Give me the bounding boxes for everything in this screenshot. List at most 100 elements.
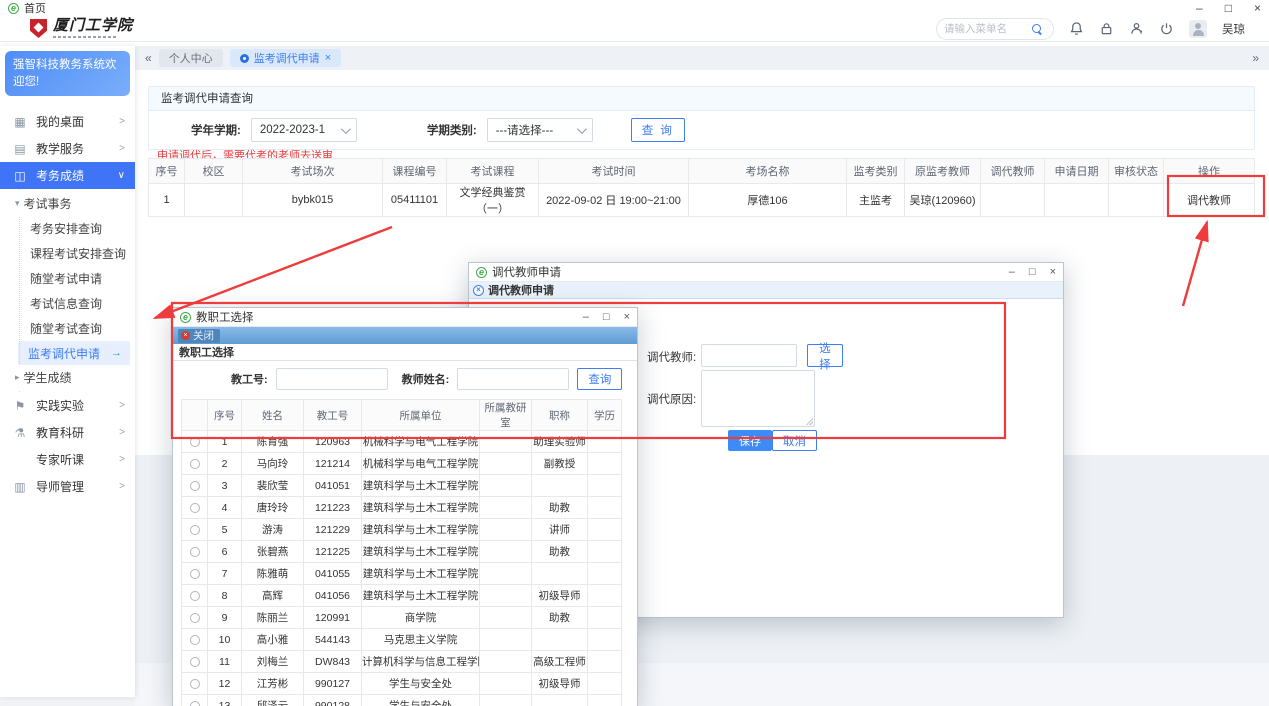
select-staff-radio[interactable]: [190, 437, 200, 447]
cancel-button[interactable]: 取消: [772, 430, 817, 451]
expand-tabs-icon[interactable]: »: [1252, 51, 1259, 65]
cell-teaching-office: [480, 497, 532, 519]
power-icon[interactable]: [1159, 21, 1174, 36]
column-header: 姓名: [242, 400, 304, 431]
cell-department: 建筑科学与土木工程学院: [362, 585, 480, 607]
minimize-button[interactable]: –: [583, 311, 589, 323]
menu-search[interactable]: [936, 18, 1054, 40]
tree-node-exam-affairs[interactable]: ▾ 考试事务: [0, 191, 135, 216]
cell-staff-id: 990128: [304, 695, 362, 706]
select-staff-radio[interactable]: [190, 547, 200, 557]
column-header: 考试场次: [243, 159, 383, 184]
lock-icon[interactable]: [1099, 21, 1114, 36]
substitute-teacher-input[interactable]: [701, 344, 797, 367]
bell-icon[interactable]: [1069, 21, 1084, 36]
chevron-down-icon: [341, 124, 351, 134]
column-header: 学历: [588, 400, 622, 431]
cell-teaching-office: [480, 475, 532, 497]
cell-teaching-office: [480, 541, 532, 563]
save-button[interactable]: 保存: [728, 430, 772, 451]
menu-search-input[interactable]: [944, 23, 1028, 35]
resize-handle[interactable]: [805, 417, 813, 425]
select-staff-radio[interactable]: [190, 481, 200, 491]
cell-staff-id: 120963: [304, 431, 362, 453]
select-staff-radio[interactable]: [190, 635, 200, 645]
type-label: 学期类别:: [427, 122, 477, 138]
chevron-right-icon: >: [119, 481, 125, 492]
maximize-button[interactable]: □: [603, 311, 610, 323]
browser-tab[interactable]: e 首页: [8, 0, 46, 16]
term-select[interactable]: 2022-2023-1: [251, 118, 357, 142]
close-button[interactable]: ×: [1254, 1, 1261, 15]
sidebar-item-desktop[interactable]: ▦ 我的桌面 >: [0, 108, 135, 135]
staff-id-input[interactable]: [276, 368, 388, 390]
tab-close-icon[interactable]: ×: [325, 52, 331, 64]
tree-node-student-scores[interactable]: ▸ 学生成绩: [0, 365, 135, 390]
sidebar-item-practice[interactable]: ⚑ 实践实验 >: [0, 392, 135, 419]
select-staff-radio[interactable]: [190, 657, 200, 667]
cell-title: 初级导师: [532, 585, 588, 607]
sidebar-item-expert-listening[interactable]: 专家听课 >: [0, 446, 135, 473]
sidebar-item-invigilation-substitute-apply[interactable]: 监考调代申请 →: [18, 341, 130, 365]
substitute-teacher-link[interactable]: 调代教师: [1164, 184, 1255, 217]
cell-seq: 12: [208, 673, 242, 695]
staff-query-button[interactable]: 查询: [577, 368, 622, 390]
desktop-grid-icon: ▦: [13, 115, 27, 129]
cell-seq: 1: [208, 431, 242, 453]
search-icon[interactable]: [1032, 24, 1042, 34]
staff-select-toolbar: × 关闭: [173, 327, 637, 344]
cell-title: 高级工程师: [532, 651, 588, 673]
cell-seq: 11: [208, 651, 242, 673]
practice-flag-icon: ⚑: [13, 399, 27, 413]
cell-name: 马向玲: [242, 453, 304, 475]
type-select[interactable]: ---请选择---: [487, 118, 593, 142]
staff-search-form: 教工号: 教师姓名: 查询: [173, 361, 637, 397]
sidebar-item-inclass-exam-query[interactable]: 随堂考试查询: [0, 316, 135, 341]
sidebar-item-exam-arrangement-query[interactable]: 考务安排查询: [0, 216, 135, 241]
minimize-button[interactable]: –: [1009, 266, 1015, 278]
select-staff-radio[interactable]: [190, 569, 200, 579]
minimize-button[interactable]: –: [1196, 1, 1203, 15]
cell-department: 建筑科学与土木工程学院: [362, 475, 480, 497]
column-header: 申请日期: [1045, 159, 1109, 184]
sidebar-item-research[interactable]: ⚗ 教育科研 >: [0, 419, 135, 446]
sidebar-item-teaching[interactable]: ▤ 教学服务 >: [0, 135, 135, 162]
window-controls: – □ ×: [1196, 1, 1261, 15]
sidebar-item-course-exam-arrangement-query[interactable]: 课程考试安排查询: [0, 241, 135, 266]
tab-personal-center[interactable]: 个人中心: [159, 49, 223, 67]
sidebar-item-mentor-management[interactable]: ▥ 导师管理 >: [0, 473, 135, 500]
tab-invigilation-substitute[interactable]: 监考调代申请 ×: [230, 49, 341, 67]
cell-name: 高辉: [242, 585, 304, 607]
maximize-button[interactable]: □: [1225, 1, 1232, 15]
query-button[interactable]: 查 询: [631, 118, 685, 142]
close-dialog-button[interactable]: × 关闭: [178, 329, 220, 343]
cell-teaching-office: [480, 673, 532, 695]
sidebar-item-exam-info-query[interactable]: 考试信息查询: [0, 291, 135, 316]
close-button[interactable]: ×: [1050, 266, 1056, 278]
cell-department: 机械科学与电气工程学院: [362, 431, 480, 453]
select-teacher-button[interactable]: 选择: [807, 344, 843, 367]
select-staff-radio[interactable]: [190, 459, 200, 469]
user-icon[interactable]: [1129, 21, 1144, 36]
select-staff-radio[interactable]: [190, 591, 200, 601]
cell-audit-status: [1109, 184, 1164, 217]
select-staff-radio[interactable]: [190, 613, 200, 623]
sidebar-item-exam-scores[interactable]: ◫ 考务成绩 ∨: [0, 162, 135, 189]
substitute-reason-textarea[interactable]: [701, 370, 815, 427]
cell-department: 建筑科学与土木工程学院: [362, 519, 480, 541]
cell-department: 建筑科学与土木工程学院: [362, 497, 480, 519]
collapse-sidebar-icon[interactable]: «: [145, 51, 152, 65]
select-staff-radio[interactable]: [190, 525, 200, 535]
avatar[interactable]: [1189, 20, 1207, 38]
tree-node-label: 学生成绩: [24, 369, 72, 386]
close-button[interactable]: ×: [624, 311, 630, 323]
staff-name-input[interactable]: [457, 368, 569, 390]
current-username: 吴琼: [1222, 21, 1245, 37]
welcome-banner: 强智科技教务系统欢迎您!: [5, 51, 130, 96]
select-staff-radio[interactable]: [190, 503, 200, 513]
select-staff-radio[interactable]: [190, 679, 200, 689]
sidebar-item-inclass-exam-apply[interactable]: 随堂考试申请: [0, 266, 135, 291]
maximize-button[interactable]: □: [1029, 266, 1036, 278]
close-tab-icon[interactable]: ×: [473, 285, 484, 296]
select-staff-radio[interactable]: [190, 701, 200, 706]
